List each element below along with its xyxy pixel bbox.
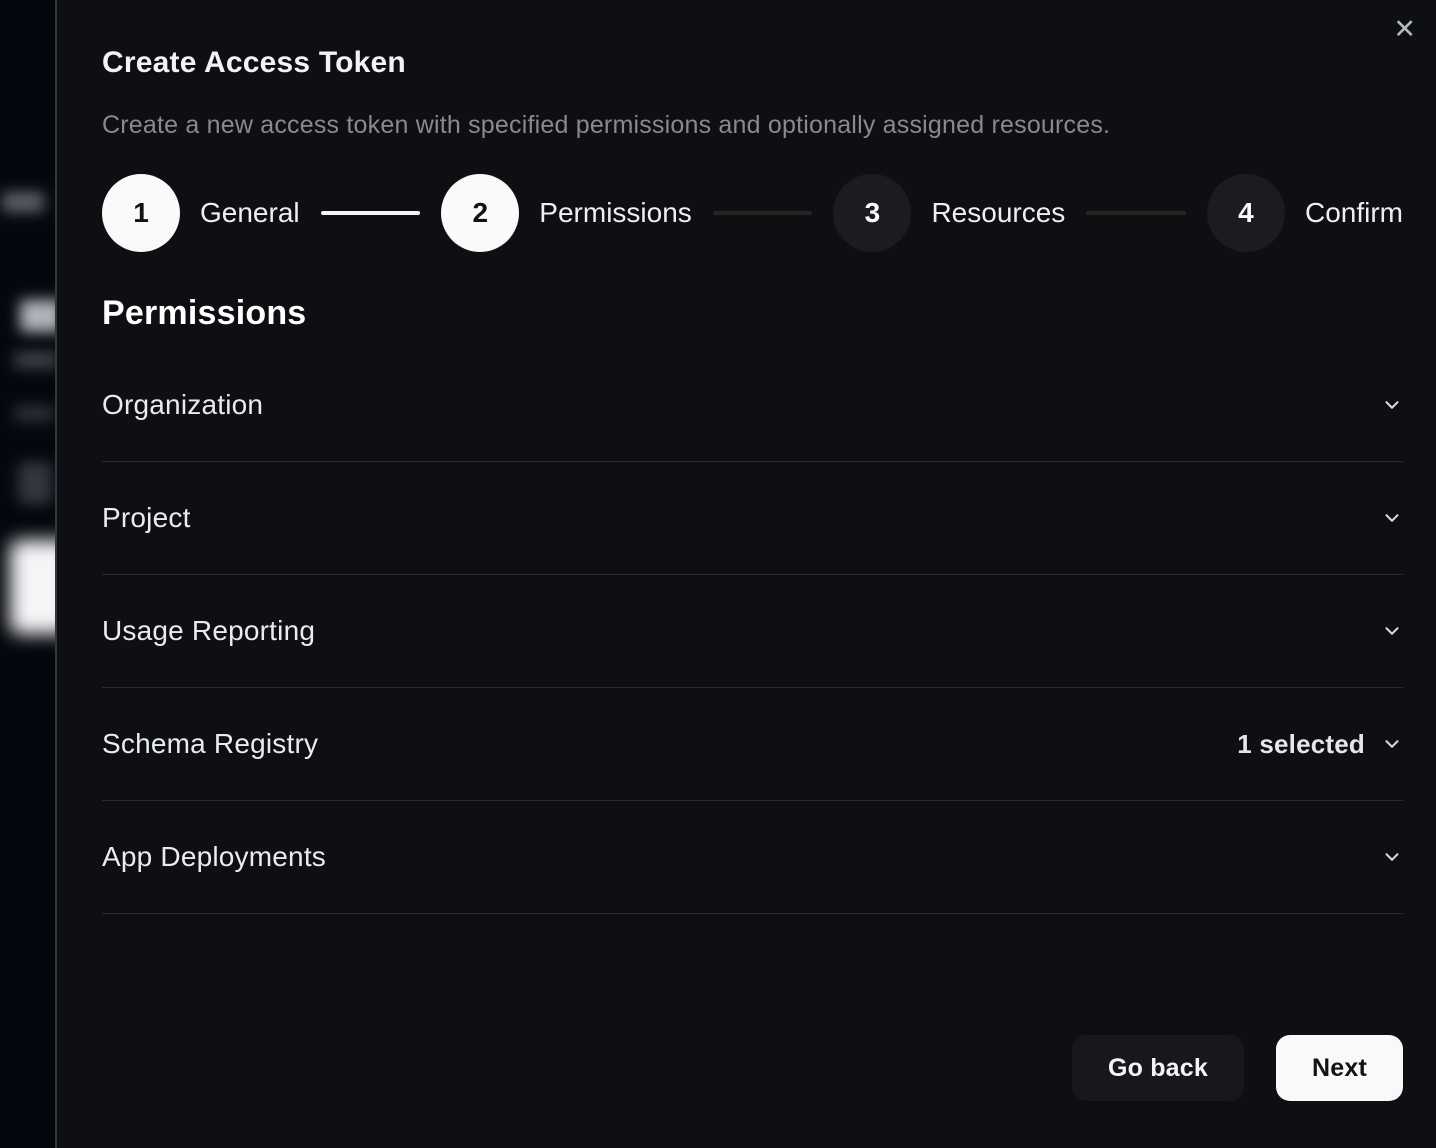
wizard-stepper: 1 General 2 Permissions 3 Resources 4 Confirm xyxy=(102,174,1403,252)
selected-count-badge: 1 selected xyxy=(1237,729,1365,760)
modal-title: Create Access Token xyxy=(102,46,1403,80)
stepper-step-permissions[interactable]: 2 Permissions xyxy=(441,174,691,252)
blurred-text-line xyxy=(14,352,58,368)
accordion-label: App Deployments xyxy=(102,841,326,873)
blurred-icon xyxy=(18,462,52,504)
stepper-step-confirm[interactable]: 4 Confirm xyxy=(1207,174,1403,252)
step-number-circle: 1 xyxy=(102,174,180,252)
next-button[interactable]: Next xyxy=(1276,1035,1403,1101)
chevron-down-icon xyxy=(1381,507,1403,529)
permissions-accordion-list: Organization Project Usage Reporting Sch… xyxy=(102,349,1403,914)
step-label: General xyxy=(200,197,300,229)
chevron-down-icon xyxy=(1381,733,1403,755)
modal-subtitle: Create a new access token with specified… xyxy=(102,111,1403,140)
stepper-connector xyxy=(321,211,421,215)
stepper-step-general[interactable]: 1 General xyxy=(102,174,300,252)
accordion-row-right xyxy=(1365,620,1403,642)
accordion-row-usage-reporting[interactable]: Usage Reporting xyxy=(102,575,1403,688)
chevron-down-icon xyxy=(1381,846,1403,868)
accordion-label: Usage Reporting xyxy=(102,615,315,647)
step-number-circle: 3 xyxy=(833,174,911,252)
section-heading: Permissions xyxy=(102,294,1403,333)
accordion-label: Schema Registry xyxy=(102,728,318,760)
step-label: Resources xyxy=(931,197,1065,229)
accordion-label: Project xyxy=(102,502,191,534)
page-backdrop xyxy=(0,0,57,1148)
stepper-connector xyxy=(713,211,813,215)
accordion-row-right xyxy=(1365,846,1403,868)
accordion-row-right xyxy=(1365,394,1403,416)
blurred-text-line xyxy=(14,406,54,421)
step-label: Confirm xyxy=(1305,197,1403,229)
accordion-row-right: 1 selected xyxy=(1237,729,1403,760)
accordion-row-project[interactable]: Project xyxy=(102,462,1403,575)
accordion-row-organization[interactable]: Organization xyxy=(102,349,1403,462)
accordion-label: Organization xyxy=(102,389,263,421)
modal-footer: Go back Next xyxy=(102,1035,1403,1101)
stepper-step-resources[interactable]: 3 Resources xyxy=(833,174,1065,252)
stepper-connector xyxy=(1086,211,1186,215)
step-label: Permissions xyxy=(539,197,691,229)
go-back-button[interactable]: Go back xyxy=(1072,1035,1244,1101)
create-access-token-modal: ✕ Create Access Token Create a new acces… xyxy=(55,0,1436,1148)
blurred-nav-item xyxy=(2,192,44,212)
accordion-row-schema-registry[interactable]: Schema Registry 1 selected xyxy=(102,688,1403,801)
create-access-token-screen: ✕ Create Access Token Create a new acces… xyxy=(0,0,1436,1148)
accordion-row-app-deployments[interactable]: App Deployments xyxy=(102,801,1403,914)
step-number-circle: 4 xyxy=(1207,174,1285,252)
close-icon[interactable]: ✕ xyxy=(1393,16,1416,43)
step-number-circle: 2 xyxy=(441,174,519,252)
chevron-down-icon xyxy=(1381,620,1403,642)
accordion-row-right xyxy=(1365,507,1403,529)
chevron-down-icon xyxy=(1381,394,1403,416)
